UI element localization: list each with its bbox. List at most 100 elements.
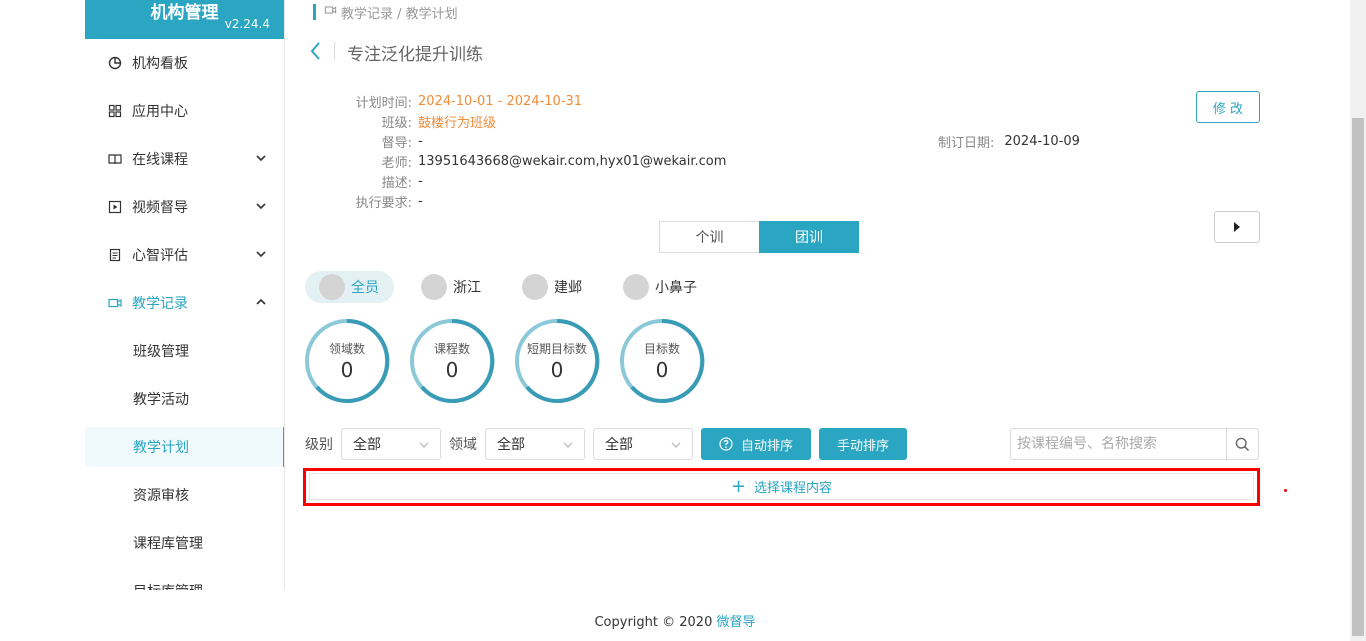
sidebar-item-dashboard[interactable]: 机构看板	[85, 43, 284, 83]
sub-domain-select[interactable]: 全部	[593, 428, 693, 460]
member-chip[interactable]: 建邺	[522, 271, 582, 303]
sidebar-item-teaching-plan[interactable]: 教学计划	[85, 427, 284, 467]
search-input[interactable]	[1011, 429, 1227, 459]
chevron-down-icon	[563, 442, 573, 448]
grid-icon	[108, 104, 122, 118]
edit-button[interactable]: 修 改	[1196, 91, 1260, 123]
select-course-content-button[interactable]: + 选择课程内容	[309, 473, 1254, 500]
sidebar-item-label: 在线课程	[132, 152, 188, 168]
pie-chart-icon	[108, 56, 122, 70]
document-icon	[108, 248, 122, 262]
avatar	[623, 274, 649, 300]
domain-select[interactable]: 全部	[485, 428, 585, 460]
sidebar-item-mind-assessment[interactable]: 心智评估	[85, 235, 284, 275]
back-arrow-icon[interactable]	[308, 40, 324, 62]
select-course-content-label: 选择课程内容	[754, 481, 833, 496]
requirement-value: -	[418, 193, 423, 209]
member-name: 小鼻子	[655, 280, 697, 296]
member-chip[interactable]: 浙江	[421, 271, 481, 303]
level-select[interactable]: 全部	[341, 428, 441, 460]
tab-individual[interactable]: 个训	[659, 221, 759, 253]
search-icon	[1235, 437, 1250, 451]
stat-label: 课程数	[433, 342, 470, 356]
manual-sort-button[interactable]: 手动排序	[819, 428, 907, 460]
requirement-label: 执行要求:	[355, 195, 412, 211]
supervisor-label: 督导:	[381, 135, 412, 151]
sidebar-item-label: 教学记录	[132, 296, 188, 312]
class-row: 班级: 鼓楼行为班级	[344, 111, 496, 131]
description-value: -	[418, 173, 423, 189]
sidebar-item-label: 班级管理	[133, 344, 189, 360]
class-value: 鼓楼行为班级	[418, 115, 497, 131]
play-square-icon	[108, 200, 122, 214]
sidebar-item-label: 目标库管理	[133, 581, 203, 590]
video-camera-icon	[324, 4, 337, 20]
sidebar-item-video-supervision[interactable]: 视频督导	[85, 187, 284, 227]
scrollbar-thumb[interactable]	[1352, 118, 1364, 636]
title-divider	[334, 42, 335, 60]
teacher-row: 老师: 13951643668@wekair.com,hyx01@wekair.…	[344, 151, 727, 171]
avatar	[319, 274, 345, 300]
sidebar-item-label: 课程库管理	[133, 536, 203, 552]
sidebar-item-resource-review[interactable]: 资源审核	[85, 475, 284, 515]
sidebar-item-teaching-record[interactable]: 教学记录	[85, 283, 284, 323]
member-name: 建邺	[554, 280, 582, 296]
copyright-text: Copyright © 2020	[594, 615, 717, 630]
sidebar-item-class-management[interactable]: 班级管理	[85, 331, 284, 371]
breadcrumb-accent-bar	[313, 4, 316, 20]
level-filter-label: 级别	[305, 437, 333, 453]
sidebar-item-label: 心智评估	[132, 248, 188, 264]
teacher-label: 老师:	[381, 155, 412, 171]
class-label: 班级:	[381, 115, 412, 131]
sidebar-item-teaching-activity[interactable]: 教学活动	[85, 379, 284, 419]
page-title: 专注泛化提升训练	[347, 45, 483, 65]
stat-value: 0	[340, 358, 354, 382]
member-name: 浙江	[453, 280, 481, 296]
stat-short-goal-count: 短期目标数 0	[514, 318, 600, 404]
supervisor-value: -	[418, 133, 423, 149]
sidebar-item-label: 应用中心	[132, 104, 188, 120]
chevron-down-icon	[256, 251, 266, 258]
stat-value: 0	[550, 358, 564, 382]
made-date-label: 制订日期:	[938, 135, 995, 151]
sidebar: 机构管理 v2.24.4 机构看板 应用中心 在线课程 视频督导 心智评估 教学…	[85, 0, 285, 590]
requirement-row: 执行要求: -	[344, 191, 423, 211]
plan-time-label: 计划时间:	[355, 95, 412, 111]
training-type-toggle: 个训 团训	[659, 221, 859, 253]
breadcrumb: 教学记录 / 教学计划	[313, 2, 458, 22]
sidebar-item-label: 资源审核	[133, 488, 189, 504]
auto-sort-button[interactable]: 自动排序	[701, 428, 811, 460]
footer-link[interactable]: 微督导	[717, 615, 756, 630]
member-name: 全员	[351, 280, 379, 296]
stat-course-count: 课程数 0	[409, 318, 495, 404]
member-chip-all[interactable]: 全员	[305, 271, 394, 303]
scrollbar[interactable]	[1350, 0, 1366, 641]
chevron-down-icon	[419, 442, 429, 448]
domain-select-value: 全部	[497, 437, 525, 453]
chevron-up-icon	[256, 298, 266, 305]
sidebar-item-goal-library[interactable]: 目标库管理	[85, 571, 284, 590]
sidebar-item-label: 教学活动	[133, 392, 189, 408]
video-camera-icon	[108, 296, 122, 310]
stat-value: 0	[655, 358, 669, 382]
made-date-row: 制订日期: 2024-10-09	[938, 131, 1080, 151]
search-button[interactable]	[1226, 429, 1258, 459]
plus-icon: +	[730, 475, 747, 497]
sidebar-item-course-library[interactable]: 课程库管理	[85, 523, 284, 563]
highlight-box: + 选择课程内容	[303, 468, 1260, 506]
course-search	[1010, 428, 1259, 460]
version-label: v2.24.4	[224, 17, 270, 31]
description-label: 描述:	[381, 175, 412, 191]
plan-time-value: 2024-10-01 - 2024-10-31	[418, 93, 583, 109]
domain-filter-label: 领域	[449, 437, 477, 453]
brand-header: 机构管理 v2.24.4	[85, 0, 284, 39]
sidebar-item-app-center[interactable]: 应用中心	[85, 91, 284, 131]
tab-group[interactable]: 团训	[759, 221, 859, 253]
supervisor-row: 督导: -	[344, 131, 423, 151]
member-chip[interactable]: 小鼻子	[623, 271, 697, 303]
play-button[interactable]	[1214, 211, 1260, 243]
plan-time-row: 计划时间: 2024-10-01 - 2024-10-31	[344, 91, 582, 111]
avatar	[421, 274, 447, 300]
sidebar-item-online-course[interactable]: 在线课程	[85, 139, 284, 179]
stat-label: 目标数	[643, 342, 680, 356]
